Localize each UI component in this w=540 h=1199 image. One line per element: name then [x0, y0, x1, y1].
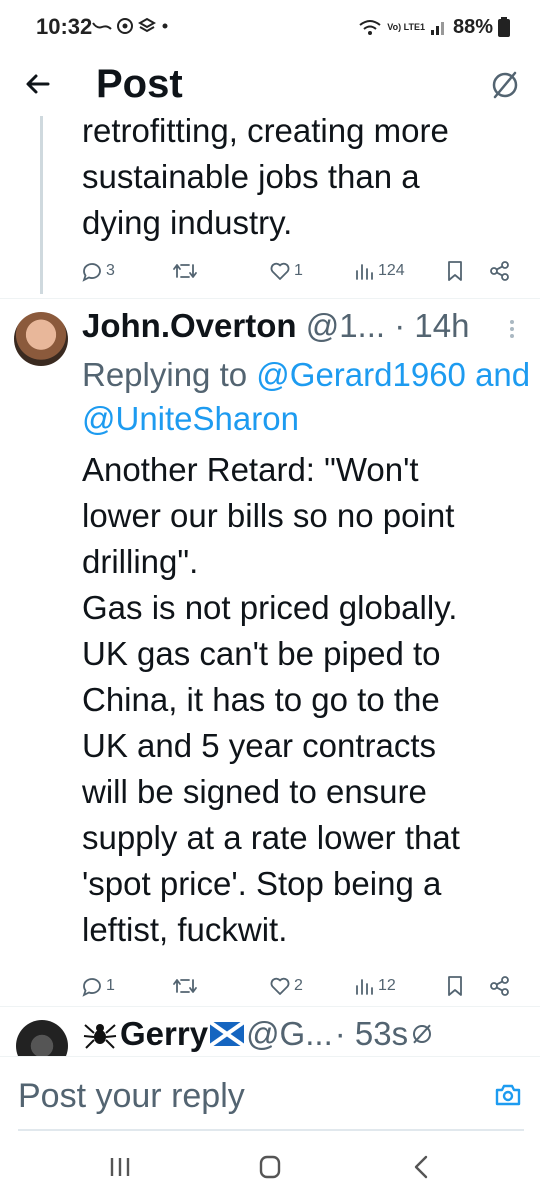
back-nav-icon[interactable] [402, 1152, 442, 1182]
post-actions: 1 2 12 [78, 971, 528, 1001]
replying-to-line: Replying to @Gerard1960 and [82, 353, 540, 397]
bookmark-button[interactable] [444, 256, 466, 286]
bookmark-button[interactable] [444, 971, 466, 1001]
reply-count: 3 [106, 262, 115, 279]
reply-button[interactable]: 3 [80, 256, 115, 286]
reply-icon [82, 978, 101, 997]
header: Post [0, 56, 540, 116]
view-count: 12 [378, 977, 396, 994]
like-button[interactable]: 1 [268, 256, 303, 286]
battery-percent: 88% [452, 15, 493, 38]
status-time: 10:32 [36, 14, 93, 39]
previous-post-text[interactable]: retrofitting, creating more sustainable … [82, 108, 522, 246]
grok-icon[interactable] [410, 1022, 434, 1046]
status-bar: 10:32 Vo) LTE1 88% [0, 0, 540, 56]
thread-connector [40, 116, 43, 294]
like-count: 1 [294, 262, 303, 279]
home-icon[interactable] [250, 1152, 290, 1182]
text-line: drilling". [82, 543, 199, 580]
reply-button[interactable]: 1 [80, 971, 115, 1001]
camera-icon[interactable] [494, 1081, 522, 1109]
reply-count: 1 [106, 977, 115, 994]
scotland-flag-icon [210, 1022, 245, 1046]
wifi-calling-icon [359, 20, 381, 35]
recent-apps-icon[interactable] [100, 1152, 140, 1182]
missed-call-icon [92, 22, 112, 30]
reply-icon [82, 263, 101, 282]
repost-button[interactable] [172, 256, 198, 286]
views-button[interactable]: 12 [354, 971, 396, 1001]
post-author-line: John.Overton @1... · 14h [82, 307, 540, 347]
text-line: China, it has to go to the [82, 681, 440, 718]
view-count: 124 [378, 262, 405, 279]
views-button[interactable]: 124 [354, 256, 405, 286]
bookmark-icon [448, 976, 462, 996]
notification-icons [92, 14, 170, 38]
author-handle[interactable]: @G... [246, 1015, 333, 1053]
author-name[interactable]: John.Overton [82, 307, 297, 344]
analytics-icon [356, 979, 373, 995]
battery-icon [498, 17, 510, 37]
more-options-icon[interactable] [508, 318, 516, 340]
system-nav-bar [0, 1134, 540, 1199]
like-count: 2 [294, 977, 303, 994]
heart-icon [270, 977, 290, 995]
reply-input[interactable]: Post your reply [18, 1077, 245, 1116]
text-line: UK gas can't be piped to [82, 635, 441, 672]
post-divider [0, 1006, 540, 1007]
mention-link[interactable]: @Gerard1960 and [256, 356, 530, 393]
share-icon [490, 261, 509, 281]
page-title: Post [96, 62, 183, 106]
repost-icon [173, 264, 197, 278]
post-text[interactable]: Another Retard: "Won't lower our bills s… [82, 447, 530, 953]
text-line: Another Retard: "Won't [82, 451, 419, 488]
text-line: lower our bills so no point [82, 497, 455, 534]
sync-icon [117, 18, 133, 34]
spider-emoji-icon [83, 1024, 117, 1049]
post-divider [0, 298, 540, 299]
text-line: dying industry. [82, 204, 293, 241]
text-line: 'spot price'. Stop being a [82, 865, 442, 902]
reply-composer: Post your reply [0, 1056, 540, 1132]
status-right: Vo) LTE1 88% [358, 14, 510, 40]
back-arrow-icon[interactable] [22, 68, 54, 100]
reply-underline [18, 1129, 524, 1131]
text-line: supply at a rate lower that [82, 819, 460, 856]
bookmark-icon [448, 261, 462, 281]
author-name[interactable]: Gerry [120, 1015, 208, 1053]
share-icon [490, 976, 509, 996]
text-line: UK and 5 year contracts [82, 727, 437, 764]
signal-icon [430, 22, 444, 35]
post-author-line: Gerry @G... · 53s [82, 1014, 512, 1054]
text-line: leftist, fuckwit. [82, 911, 288, 948]
avatar[interactable] [14, 312, 68, 366]
more-notifications-dot [162, 23, 168, 29]
grok-icon[interactable] [490, 70, 520, 100]
post-time: · 14h [394, 307, 470, 344]
text-line: Gas is not priced globally. [82, 589, 458, 626]
post-time: · 53s [334, 1015, 409, 1052]
mention-link[interactable]: @UniteSharon [82, 397, 299, 441]
repost-icon [173, 979, 197, 993]
network-type: Vo) LTE1 [387, 21, 425, 32]
share-button[interactable] [488, 971, 512, 1001]
heart-icon [270, 262, 290, 280]
text-line: sustainable jobs than a [82, 158, 420, 195]
text-line: will be signed to ensure [82, 773, 427, 810]
like-button[interactable]: 2 [268, 971, 303, 1001]
replying-to-label: Replying to [82, 356, 248, 393]
previous-post-actions: 3 1 124 [78, 256, 528, 286]
share-button[interactable] [488, 256, 512, 286]
repost-button[interactable] [172, 971, 198, 1001]
author-handle[interactable]: @1... [306, 307, 385, 344]
stack-icon [138, 17, 156, 33]
analytics-icon [356, 264, 373, 280]
